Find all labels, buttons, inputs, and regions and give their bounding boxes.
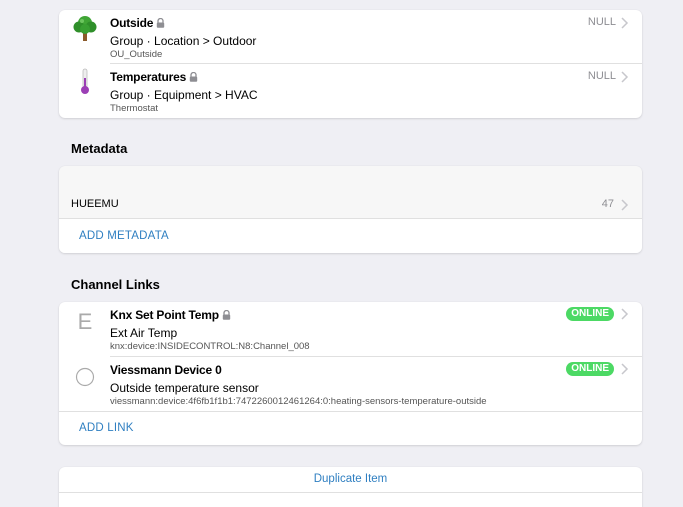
divider bbox=[59, 492, 642, 493]
lock-icon bbox=[157, 18, 165, 28]
thermometer-icon bbox=[71, 68, 99, 96]
chevron-right-icon bbox=[621, 17, 629, 29]
group-subtitle: Group · Location > Outdoor bbox=[110, 34, 257, 48]
metadata-card: HUEEMU 47 ADD METADATA bbox=[59, 166, 642, 253]
channel-subtitle: Outside temperature sensor bbox=[110, 381, 259, 395]
chevron-right-icon bbox=[621, 308, 629, 320]
lock-icon bbox=[222, 310, 231, 320]
channel-footer: knx:device:INSIDECONTROL:N8:Channel_008 bbox=[110, 341, 310, 352]
status-badge: ONLINE bbox=[566, 307, 614, 321]
channel-letter-icon: E bbox=[71, 308, 99, 336]
metadata-item[interactable]: HUEEMU 47 bbox=[59, 191, 642, 218]
group-title: Temperatures bbox=[110, 70, 198, 84]
group-item-temperatures[interactable]: Temperatures Group · Equipment > HVAC Th… bbox=[59, 63, 642, 118]
add-metadata-link[interactable]: ADD METADATA bbox=[79, 230, 169, 242]
add-metadata-area: ADD METADATA bbox=[59, 219, 642, 253]
duplicate-item-button[interactable]: Duplicate Item bbox=[59, 473, 642, 485]
metadata-item-label: HUEEMU bbox=[71, 198, 119, 210]
chevron-right-icon bbox=[621, 363, 629, 375]
group-subtitle: Group · Equipment > HVAC bbox=[110, 88, 258, 102]
channel-title: Knx Set Point Temp bbox=[110, 308, 231, 322]
group-title-text: Outside bbox=[110, 16, 154, 30]
channel-links-card: E Knx Set Point Temp Ext Air Temp knx:de… bbox=[59, 302, 642, 445]
metadata-heading: Metadata bbox=[71, 141, 128, 156]
circle-icon bbox=[71, 363, 99, 391]
channel-link-item[interactable]: E Knx Set Point Temp Ext Air Temp knx:de… bbox=[59, 302, 642, 356]
group-footer: Thermostat bbox=[110, 103, 159, 114]
groups-card: Outside Group · Location > Outdoor OU_Ou… bbox=[59, 10, 642, 118]
channel-title-text: Knx Set Point Temp bbox=[110, 308, 219, 322]
actions-card: Duplicate Item bbox=[59, 467, 642, 507]
group-title-text: Temperatures bbox=[110, 70, 187, 84]
group-item-outside[interactable]: Outside Group · Location > Outdoor OU_Ou… bbox=[59, 10, 642, 63]
lock-icon bbox=[189, 72, 198, 82]
channel-link-item[interactable]: Viessmann Device 0 Outside temperature s… bbox=[59, 356, 642, 411]
chevron-right-icon bbox=[621, 71, 629, 83]
divider bbox=[59, 411, 642, 412]
channel-letter: E bbox=[77, 309, 93, 334]
channel-links-heading: Channel Links bbox=[71, 277, 160, 292]
channel-footer: viessmann:device:4f6fb1f1b1:747226001246… bbox=[110, 396, 487, 407]
group-title: Outside bbox=[110, 16, 165, 30]
status-badge: ONLINE bbox=[566, 362, 614, 376]
add-link-button[interactable]: ADD LINK bbox=[79, 422, 134, 434]
channel-title-text: Viessmann Device 0 bbox=[110, 363, 222, 377]
group-state: NULL bbox=[587, 16, 616, 28]
group-state: NULL bbox=[587, 70, 616, 82]
metadata-item-value: 47 bbox=[601, 198, 614, 210]
channel-title: Viessmann Device 0 bbox=[110, 363, 222, 377]
channel-subtitle: Ext Air Temp bbox=[110, 326, 178, 340]
chevron-right-icon bbox=[621, 199, 629, 211]
tree-icon bbox=[71, 14, 99, 42]
group-footer: OU_Outside bbox=[110, 49, 163, 60]
